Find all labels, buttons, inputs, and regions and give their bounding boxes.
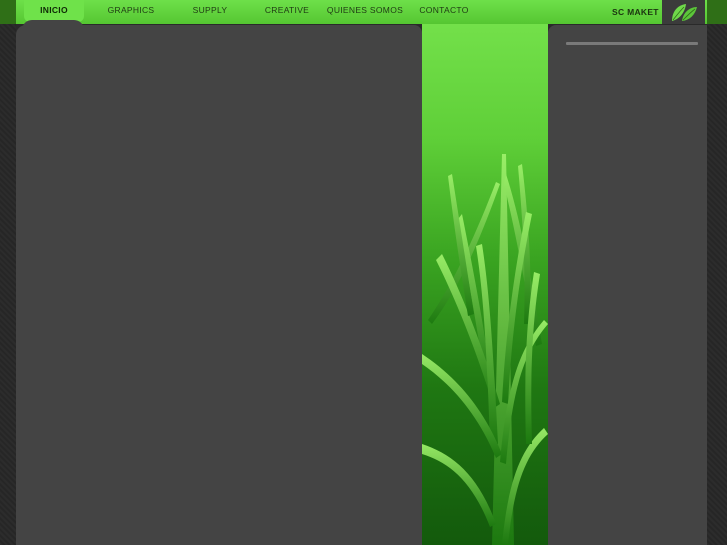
brand-name[interactable]: SC MAKET — [612, 0, 659, 24]
navbar-left-edge — [0, 0, 16, 24]
grass-photo — [422, 24, 548, 545]
nav-item-inicio[interactable]: INICIO — [24, 0, 84, 22]
leaf-logo-icon — [672, 4, 697, 21]
sidebar-panel — [548, 25, 707, 545]
nav-item-creative[interactable]: CREATIVE — [256, 0, 318, 22]
nav-item-graphics[interactable]: GRAPHICS — [98, 0, 164, 22]
grass-illustration — [422, 154, 548, 545]
brand-logo[interactable] — [662, 0, 705, 24]
main-content-panel — [16, 25, 422, 545]
sidebar-divider — [566, 42, 698, 45]
top-navigation-bar: INICIO GRAPHICS SUPPLY CREATIVE QUIENES … — [0, 0, 727, 24]
navbar-right-edge — [707, 0, 727, 24]
page-background-left — [0, 0, 16, 545]
nav-item-supply[interactable]: SUPPLY — [182, 0, 238, 22]
page-background-right — [707, 0, 727, 545]
nav-item-quienes-somos[interactable]: QUIENES SOMOS — [326, 0, 404, 22]
nav-item-contacto[interactable]: CONTACTO — [414, 0, 474, 22]
